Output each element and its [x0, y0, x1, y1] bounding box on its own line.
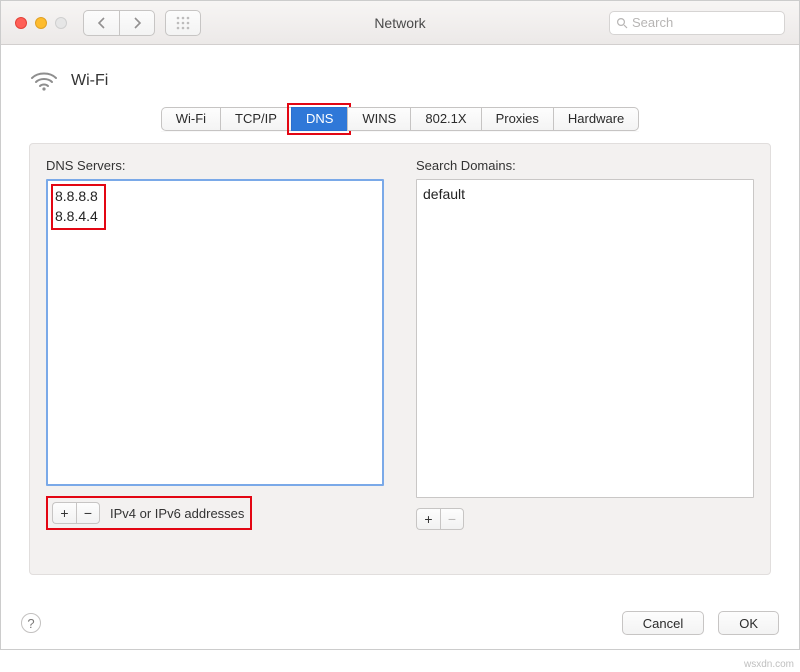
interface-name: Wi-Fi [71, 72, 108, 90]
help-button[interactable]: ? [21, 613, 41, 633]
dns-hint: IPv4 or IPv6 addresses [110, 506, 244, 521]
interface-header: Wi-Fi [29, 69, 771, 93]
domain-remove-button: − [440, 508, 464, 530]
footer: ? Cancel OK [21, 611, 779, 635]
tab-8021x[interactable]: 802.1X [410, 107, 480, 131]
domain-add-remove: + − [416, 508, 464, 530]
tab-wifi[interactable]: Wi-Fi [161, 107, 220, 131]
grid-icon [176, 16, 190, 30]
tabs: Wi-Fi TCP/IP DNS WINS 802.1X Proxies Har… [29, 107, 771, 131]
source-watermark: wsxdn.com [744, 659, 794, 670]
show-all-button[interactable] [165, 10, 201, 36]
chevron-right-icon [133, 17, 142, 29]
tab-wins[interactable]: WINS [347, 107, 410, 131]
dns-add-remove: + − [52, 502, 100, 524]
dns-remove-button[interactable]: − [76, 502, 100, 524]
close-window-button[interactable] [15, 17, 27, 29]
tab-dns[interactable]: DNS [291, 107, 347, 131]
annotation-highlight: 8.8.8.8 8.8.4.4 [51, 184, 106, 230]
domain-add-button[interactable]: + [416, 508, 440, 530]
search-input[interactable]: Search [609, 11, 785, 35]
dns-servers-column: DNS Servers: 8.8.8.8 8.8.4.4 + − [46, 158, 384, 530]
tab-proxies[interactable]: Proxies [481, 107, 553, 131]
tab-hardware[interactable]: Hardware [553, 107, 639, 131]
nav-buttons [83, 10, 201, 36]
dns-panel: DNS Servers: 8.8.8.8 8.8.4.4 + − [29, 143, 771, 575]
back-button[interactable] [83, 10, 119, 36]
chevron-left-icon [97, 17, 106, 29]
content: Wi-Fi Wi-Fi TCP/IP DNS WINS 802.1X Proxi… [1, 45, 799, 591]
ok-button[interactable]: OK [718, 611, 779, 635]
network-preferences-window: Network Search Wi-Fi Wi-Fi TCP/IP DNS WI… [0, 0, 800, 650]
search-placeholder: Search [632, 15, 673, 30]
dns-entry[interactable]: 8.8.4.4 [55, 206, 98, 226]
tab-tcpip[interactable]: TCP/IP [220, 107, 291, 131]
minimize-window-button[interactable] [35, 17, 47, 29]
search-domain-entry[interactable]: default [423, 184, 747, 204]
tab-row: Wi-Fi TCP/IP DNS WINS 802.1X Proxies Har… [161, 107, 640, 131]
zoom-window-button [55, 17, 67, 29]
search-domains-label: Search Domains: [416, 158, 754, 173]
wifi-icon [29, 69, 59, 93]
dns-servers-list[interactable]: 8.8.8.8 8.8.4.4 [46, 179, 384, 486]
search-domains-list[interactable]: default [416, 179, 754, 498]
traffic-lights [1, 17, 67, 29]
dns-add-button[interactable]: + [52, 502, 76, 524]
cancel-button[interactable]: Cancel [622, 611, 704, 635]
titlebar: Network Search [1, 1, 799, 45]
dns-servers-label: DNS Servers: [46, 158, 384, 173]
dns-entry[interactable]: 8.8.8.8 [55, 186, 98, 206]
search-domains-column: Search Domains: default + − [416, 158, 754, 530]
annotation-highlight: + − IPv4 or IPv6 addresses [46, 496, 252, 530]
search-icon [616, 17, 628, 29]
forward-button[interactable] [119, 10, 155, 36]
